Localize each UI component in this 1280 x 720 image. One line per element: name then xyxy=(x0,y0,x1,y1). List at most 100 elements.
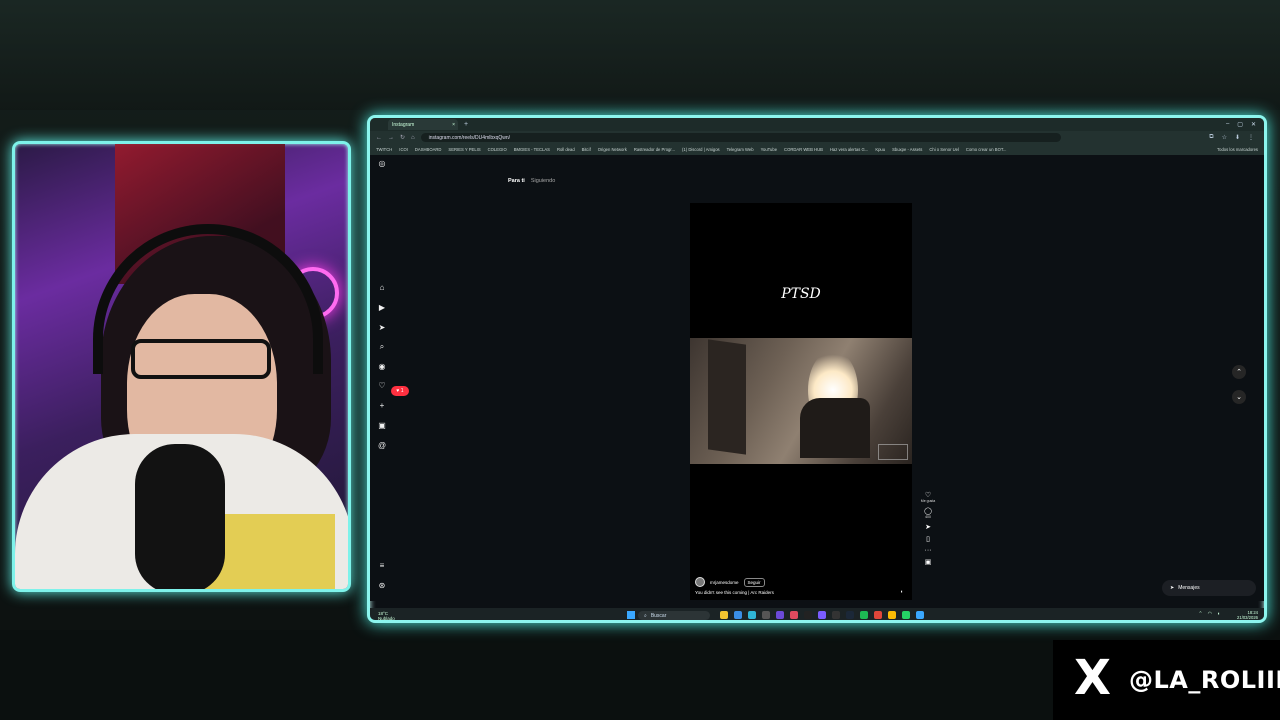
steam-icon[interactable] xyxy=(846,611,854,619)
reel-player[interactable]: PTSD mrjamesdome Seguir You didn't see t… xyxy=(690,203,912,600)
bookmark-item[interactable]: CORDAR WEB HUB xyxy=(784,147,823,152)
search-icon[interactable]: ⌕ xyxy=(375,342,389,352)
file-explorer-icon[interactable] xyxy=(720,611,728,619)
new-tab-button[interactable]: + xyxy=(464,121,468,128)
app-icon[interactable] xyxy=(734,611,742,619)
messages-label: Mensajes xyxy=(1178,585,1200,591)
bookmark-item[interactable]: (1) Discord | Amigos xyxy=(682,147,720,152)
reels-icon[interactable]: ▶ xyxy=(375,303,389,312)
bookmark-item[interactable]: Haz vera alertas G... xyxy=(830,147,868,152)
bookmark-item[interactable]: Telegram Web xyxy=(727,147,754,152)
create-icon[interactable]: + xyxy=(375,401,389,410)
glasses xyxy=(131,339,271,379)
volume-icon[interactable]: ◖ xyxy=(1217,611,1220,617)
share-icon[interactable]: ➤ xyxy=(920,523,936,531)
bookmark-item[interactable]: Como crear un BOT... xyxy=(966,147,1007,152)
downloads-icon[interactable]: ⬇ xyxy=(1235,134,1240,141)
reel-username[interactable]: mrjamesdome xyxy=(710,580,739,585)
spotify-icon[interactable] xyxy=(860,611,868,619)
url-input[interactable]: instagram.com/reels/DU4mlbxqQwn/ xyxy=(420,133,1061,142)
more-icon[interactable]: ··· xyxy=(920,547,936,554)
threads-icon[interactable]: @ xyxy=(375,441,389,450)
extensions-icon[interactable]: ⧉ xyxy=(1209,134,1213,141)
bookmark-item[interactable]: SERIES Y PELIS xyxy=(448,147,480,152)
reel-caption: You didn't see this coming | Arc Raiders xyxy=(695,590,774,595)
close-tab-icon[interactable]: × xyxy=(452,122,455,128)
app-icon[interactable] xyxy=(748,611,756,619)
threads-app-icon[interactable]: ⊛ xyxy=(375,581,389,590)
bookmark-item[interactable]: COLEGIO xyxy=(488,147,507,152)
follow-button[interactable]: Seguir xyxy=(743,577,765,587)
bookmark-item[interactable]: TWITCH xyxy=(376,147,392,152)
menu-icon[interactable]: ⋮ xyxy=(1248,134,1254,141)
minimize-button[interactable]: – xyxy=(1226,121,1229,128)
wifi-icon[interactable]: ◠ xyxy=(1208,611,1212,617)
whatsapp-icon[interactable] xyxy=(902,611,910,619)
app-icon[interactable] xyxy=(916,611,924,619)
browser-tab[interactable]: Instagram × xyxy=(388,119,458,130)
send-icon[interactable]: ➤ xyxy=(375,323,389,332)
close-window-button[interactable]: ✕ xyxy=(1251,121,1256,128)
notification-badge: ♥ 1 xyxy=(391,386,409,396)
mute-icon[interactable]: ◖ xyxy=(900,589,903,595)
forward-icon[interactable]: → xyxy=(388,135,394,141)
reel-video-frame[interactable] xyxy=(690,338,912,464)
app-icon[interactable] xyxy=(804,611,812,619)
heart-icon[interactable]: ♡ xyxy=(375,381,389,390)
messages-button[interactable]: ➤ Mensajes xyxy=(1162,580,1256,596)
weather-widget[interactable]: 18°C Nublado xyxy=(378,611,395,621)
save-icon[interactable]: ▯ xyxy=(920,535,936,543)
chrome-icon[interactable] xyxy=(888,611,896,619)
bookmark-item[interactable]: BMGIES - TECLAS xyxy=(514,147,550,152)
home-icon[interactable]: ⌂ xyxy=(375,283,389,292)
tab-siguiendo[interactable]: Siguiendo xyxy=(531,178,555,184)
bookmark-star-icon[interactable]: ☆ xyxy=(1222,134,1227,141)
app-icon[interactable] xyxy=(874,611,882,619)
app-icon[interactable] xyxy=(832,611,840,619)
taskbar-clock[interactable]: 18:24 21/03/2026 xyxy=(1237,610,1258,620)
all-bookmarks[interactable]: Todos los marcadores xyxy=(1217,147,1264,152)
menu-icon[interactable]: ≡ xyxy=(375,561,389,570)
avatar[interactable] xyxy=(695,577,705,587)
bookmark-item[interactable]: YouTube xyxy=(761,147,777,152)
video-weapon xyxy=(800,398,870,458)
profile-icon[interactable]: ▣ xyxy=(375,421,389,430)
app-icon[interactable] xyxy=(776,611,784,619)
bookmark-item[interactable]: Origen Network xyxy=(598,147,627,152)
comment-button[interactable]: ◯ 400 xyxy=(920,507,936,519)
back-icon[interactable]: ← xyxy=(376,135,382,141)
pinned-apps xyxy=(720,611,924,619)
bookmark-item[interactable]: Kpuu xyxy=(875,147,885,152)
bookmark-item[interactable]: Sbuxpe - Assets xyxy=(892,147,922,152)
app-icon[interactable] xyxy=(790,611,798,619)
tab-para-ti[interactable]: Para ti xyxy=(508,178,525,184)
address-bar-row: ← → ↻ ⌂ instagram.com/reels/DU4mlbxqQwn/… xyxy=(370,131,1264,144)
reload-icon[interactable]: ↻ xyxy=(400,134,405,141)
send-icon: ➤ xyxy=(1170,585,1175,591)
bookmark-item[interactable]: Bitcif xyxy=(582,147,591,152)
bookmark-item[interactable]: DASHBOARD xyxy=(415,147,442,152)
next-reel-button[interactable]: ⌄ xyxy=(1232,390,1246,404)
app-icon[interactable] xyxy=(762,611,770,619)
home-icon[interactable]: ⌂ xyxy=(411,135,415,141)
bookmark-item[interactable]: Chi o Senor Uel xyxy=(929,147,959,152)
reel-actions: ♡ Me gusta ◯ 400 ➤ ▯ ··· ▣ xyxy=(920,491,936,570)
instagram-logo-icon[interactable]: ◎ xyxy=(375,159,389,168)
taskbar-search[interactable]: ⌕ Buscar xyxy=(638,611,710,620)
maximize-button[interactable]: ▢ xyxy=(1237,121,1243,128)
tab-title: Instagram xyxy=(392,121,415,128)
discord-icon[interactable] xyxy=(818,611,826,619)
start-button[interactable] xyxy=(627,611,635,619)
social-handle: @LA_ROLIII xyxy=(1129,666,1280,694)
like-button[interactable]: ♡ Me gusta xyxy=(920,491,936,503)
explore-icon[interactable]: ◉ xyxy=(375,362,389,371)
tray-chevron-icon[interactable]: ⌃ xyxy=(1198,611,1202,617)
bookmark-item[interactable]: Roll dead xyxy=(557,147,575,152)
video-door xyxy=(708,339,746,455)
bookmark-item[interactable]: ICOI xyxy=(399,147,408,152)
bookmark-item[interactable]: Rastreador de Progr... xyxy=(634,147,675,152)
previous-reel-button[interactable]: ⌃ xyxy=(1232,365,1246,379)
audio-thumbnail-icon[interactable]: ▣ xyxy=(920,558,936,566)
windows-taskbar: 18°C Nublado ⌕ Buscar ⌃ ◠ ◖ 18:24 21/03/… xyxy=(370,608,1264,621)
x-logo-icon: X xyxy=(1074,650,1112,706)
